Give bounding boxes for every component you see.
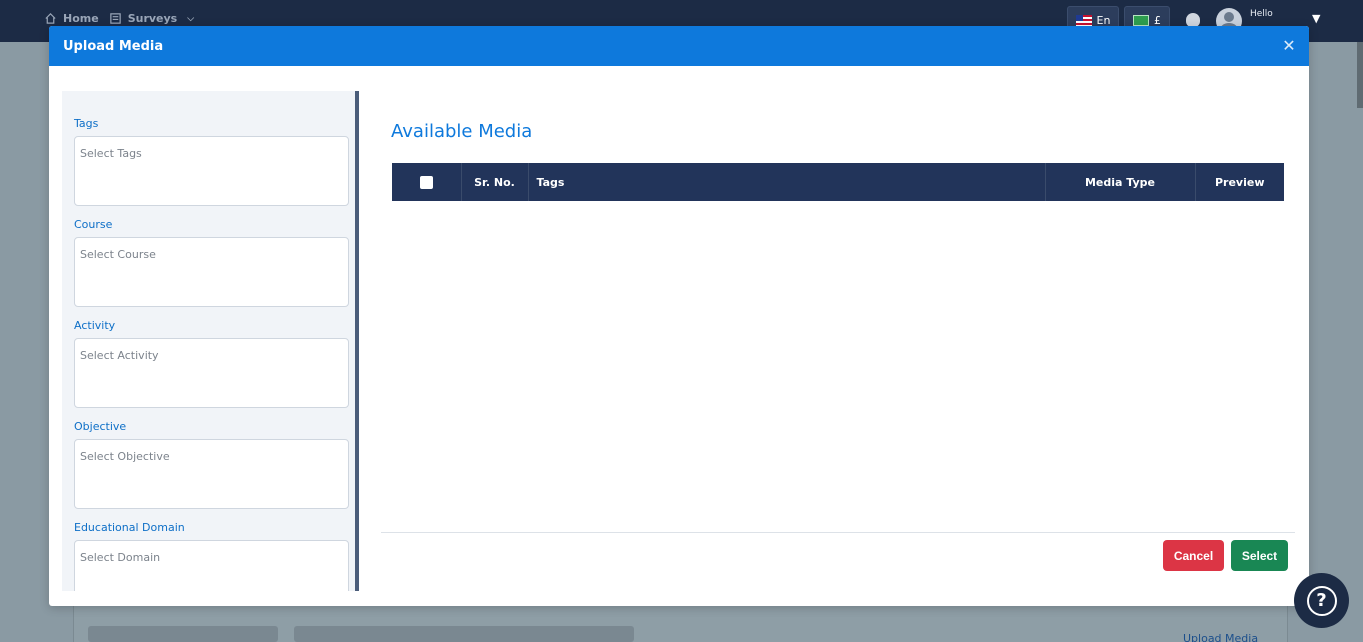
chevron-down-icon: ⌵ — [187, 13, 195, 24]
column-preview: Preview — [1195, 163, 1284, 201]
select-all-header — [392, 163, 462, 201]
filter-panel: Tags Select Tags Course Select Course Ac… — [62, 91, 359, 591]
column-media-type: Media Type — [1045, 163, 1196, 201]
column-sr-no: Sr. No. — [461, 163, 529, 201]
user-greeting: Hello — [1250, 9, 1273, 19]
help-button[interactable]: ? — [1294, 573, 1349, 628]
select-all-checkbox[interactable] — [419, 175, 433, 189]
question-icon: ? — [1306, 585, 1337, 616]
available-media-area: Available Media Sr. No. Tags Media Type … — [380, 91, 1296, 561]
domain-select[interactable]: Select Domain — [74, 540, 349, 591]
filter-educational-domain: Educational Domain Select Domain — [74, 521, 349, 591]
filter-tags: Tags Select Tags — [74, 117, 349, 206]
filter-activity: Activity Select Activity — [74, 319, 349, 408]
available-media-title: Available Media — [391, 121, 533, 142]
currency-label: £ — [1154, 13, 1161, 27]
column-tags: Tags — [528, 163, 1046, 201]
filter-label: Tags — [74, 117, 99, 130]
activity-select[interactable]: Select Activity — [74, 338, 349, 408]
filter-label: Course — [74, 218, 113, 231]
upload-media-modal: Upload Media ✕ Tags Select Tags Course S… — [49, 26, 1309, 606]
filter-label: Educational Domain — [74, 521, 185, 534]
close-icon[interactable]: ✕ — [1281, 38, 1297, 54]
money-icon — [1133, 14, 1149, 26]
filter-label: Activity — [74, 319, 116, 332]
tags-select[interactable]: Select Tags — [74, 136, 349, 206]
home-icon — [45, 13, 56, 24]
filter-objective: Objective Select Objective — [74, 420, 349, 509]
modal-header: Upload Media ✕ — [49, 26, 1309, 66]
nav-surveys-link[interactable]: Surveys — [128, 12, 178, 25]
bell-icon[interactable] — [1186, 13, 1200, 27]
course-select[interactable]: Select Course — [74, 237, 349, 307]
page-scrollbar[interactable] — [1357, 42, 1363, 108]
top-nav: Home Surveys ⌵ — [44, 12, 194, 25]
background-upload-media-link[interactable]: Upload Media — [1183, 632, 1258, 642]
background-editor-toolbar — [88, 626, 634, 642]
filter-label: Objective — [74, 420, 127, 433]
surveys-icon — [109, 13, 121, 24]
objective-select[interactable]: Select Objective — [74, 439, 349, 509]
filter-course: Course Select Course — [74, 218, 349, 307]
user-menu-caret-icon[interactable]: ▼ — [1312, 12, 1320, 25]
modal-title: Upload Media — [63, 38, 164, 54]
us-flag-icon — [1075, 14, 1092, 26]
media-table: Sr. No. Tags Media Type Preview — [392, 163, 1284, 201]
modal-footer-divider — [381, 532, 1295, 533]
nav-home-link[interactable]: Home — [63, 12, 99, 25]
language-label: En — [1096, 13, 1111, 27]
select-button[interactable]: Select — [1231, 540, 1288, 571]
table-header-row: Sr. No. Tags Media Type Preview — [392, 163, 1284, 201]
cancel-button[interactable]: Cancel — [1163, 540, 1224, 571]
